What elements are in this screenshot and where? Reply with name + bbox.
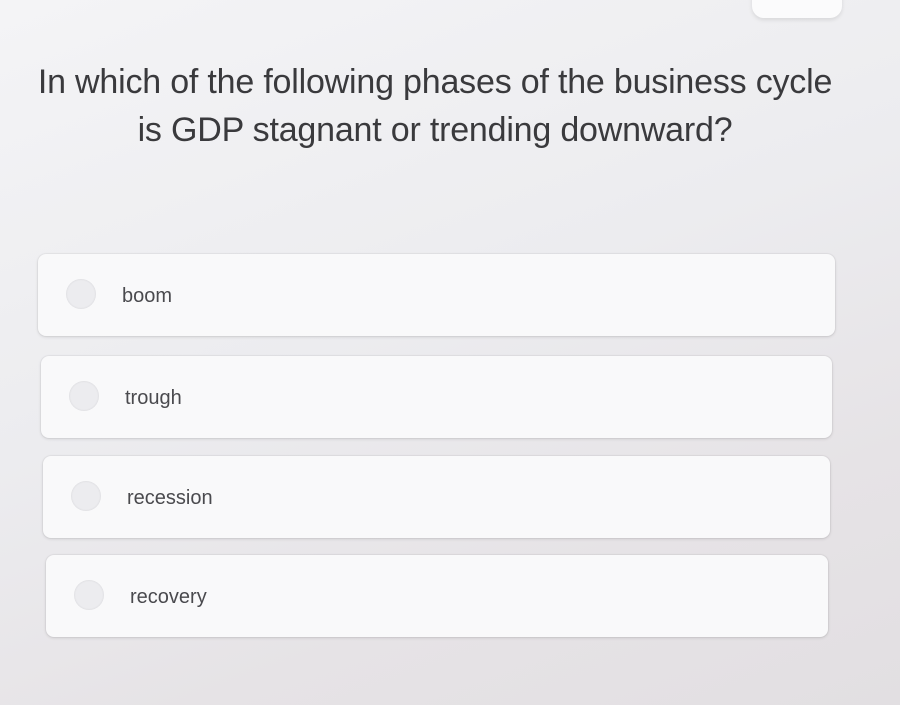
option-label: trough (125, 387, 182, 409)
radio-button[interactable] (66, 279, 96, 309)
option-label: boom (122, 285, 173, 307)
option-recovery[interactable]: recovery (46, 555, 828, 637)
option-boom[interactable]: boom (38, 254, 835, 336)
radio-button[interactable] (71, 481, 101, 511)
top-right-button[interactable] (752, 0, 842, 18)
option-label: recession (127, 487, 213, 509)
radio-button[interactable] (69, 381, 99, 411)
question-text: In which of the following phases of the … (37, 63, 833, 149)
option-trough[interactable]: trough (41, 356, 832, 438)
option-recession[interactable]: recession (43, 456, 830, 538)
option-label: recovery (130, 586, 207, 608)
radio-button[interactable] (74, 580, 104, 610)
